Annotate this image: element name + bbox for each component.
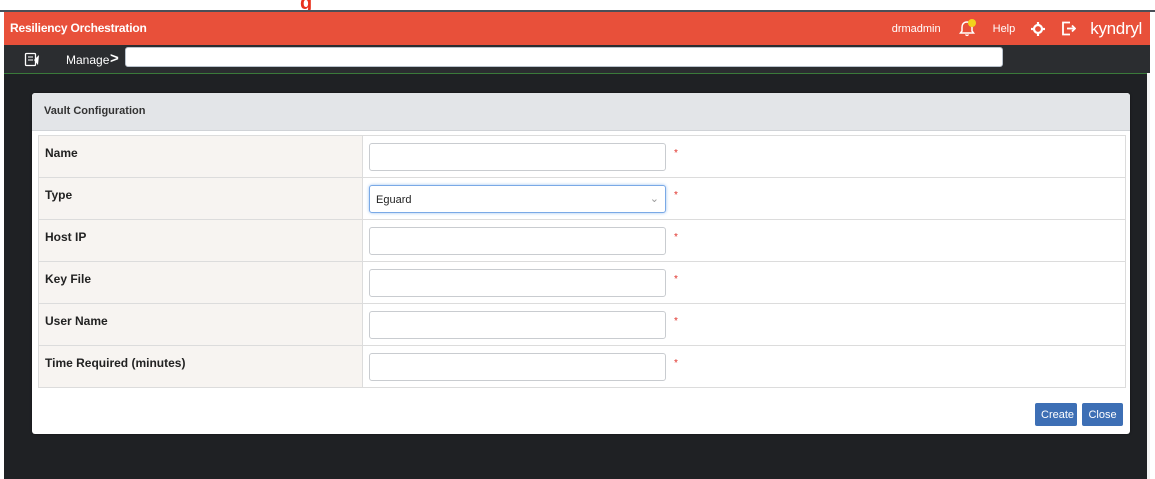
form-row-key-file: Key File *: [39, 262, 1125, 304]
form-row-host-ip: Host IP *: [39, 220, 1125, 262]
time-required-input[interactable]: [369, 353, 666, 381]
required-marker: *: [674, 190, 678, 201]
header-actions: drmadmin Help kyndryl: [892, 12, 1150, 45]
required-marker: *: [674, 274, 678, 285]
create-button[interactable]: Create: [1035, 403, 1077, 426]
help-link[interactable]: Help: [993, 23, 1016, 35]
top-strip: g: [0, 0, 1155, 14]
chevron-down-icon: ⌄: [649, 193, 659, 205]
field-label: Host IP: [39, 220, 363, 261]
gear-icon[interactable]: [1031, 21, 1046, 36]
required-marker: *: [674, 232, 678, 243]
user-name-input[interactable]: [369, 311, 666, 339]
form-row-name: Name *: [39, 136, 1125, 178]
field-label: Type: [39, 178, 363, 219]
key-file-input[interactable]: [369, 269, 666, 297]
type-select[interactable]: Eguard ⌄: [369, 185, 666, 213]
user-menu[interactable]: drmadmin: [892, 23, 941, 35]
app-header: Resiliency Orchestration drmadmin Help k…: [4, 12, 1150, 45]
panel-header: Vault Configuration: [32, 93, 1130, 131]
scrollbar-track[interactable]: [1147, 73, 1150, 479]
form-row-user-name: User Name *: [39, 304, 1125, 346]
logout-icon[interactable]: [1061, 21, 1077, 36]
bell-icon[interactable]: [958, 18, 976, 38]
panel-title: Vault Configuration: [44, 105, 146, 117]
vault-form: Name * Type Eguard ⌄ * Host IP * Key Fil…: [38, 135, 1126, 388]
close-button[interactable]: Close: [1082, 403, 1123, 426]
field-label: User Name: [39, 304, 363, 345]
name-input[interactable]: [369, 143, 666, 171]
breadcrumb-manage[interactable]: Manage: [66, 53, 109, 67]
vault-configuration-panel: Vault Configuration Name * Type Eguard ⌄…: [32, 93, 1130, 434]
type-select-value: Eguard: [376, 194, 412, 206]
app-window: Resiliency Orchestration drmadmin Help k…: [4, 12, 1150, 479]
required-marker: *: [674, 358, 678, 369]
breadcrumb-input[interactable]: [125, 47, 1003, 67]
required-marker: *: [674, 316, 678, 327]
chevron-right-icon: >: [110, 50, 119, 67]
notification-badge: [967, 18, 976, 27]
field-label: Name: [39, 136, 363, 177]
field-label: Key File: [39, 262, 363, 303]
manage-icon[interactable]: [24, 51, 40, 67]
form-row-type: Type Eguard ⌄ *: [39, 178, 1125, 220]
host-ip-input[interactable]: [369, 227, 666, 255]
required-marker: *: [674, 148, 678, 159]
app-title: Resiliency Orchestration: [10, 21, 147, 35]
brand-logo: kyndryl: [1090, 18, 1142, 38]
field-label: Time Required (minutes): [39, 346, 363, 387]
form-row-time-required: Time Required (minutes) *: [39, 346, 1125, 387]
breadcrumb-bar: Manage >: [4, 45, 1150, 74]
